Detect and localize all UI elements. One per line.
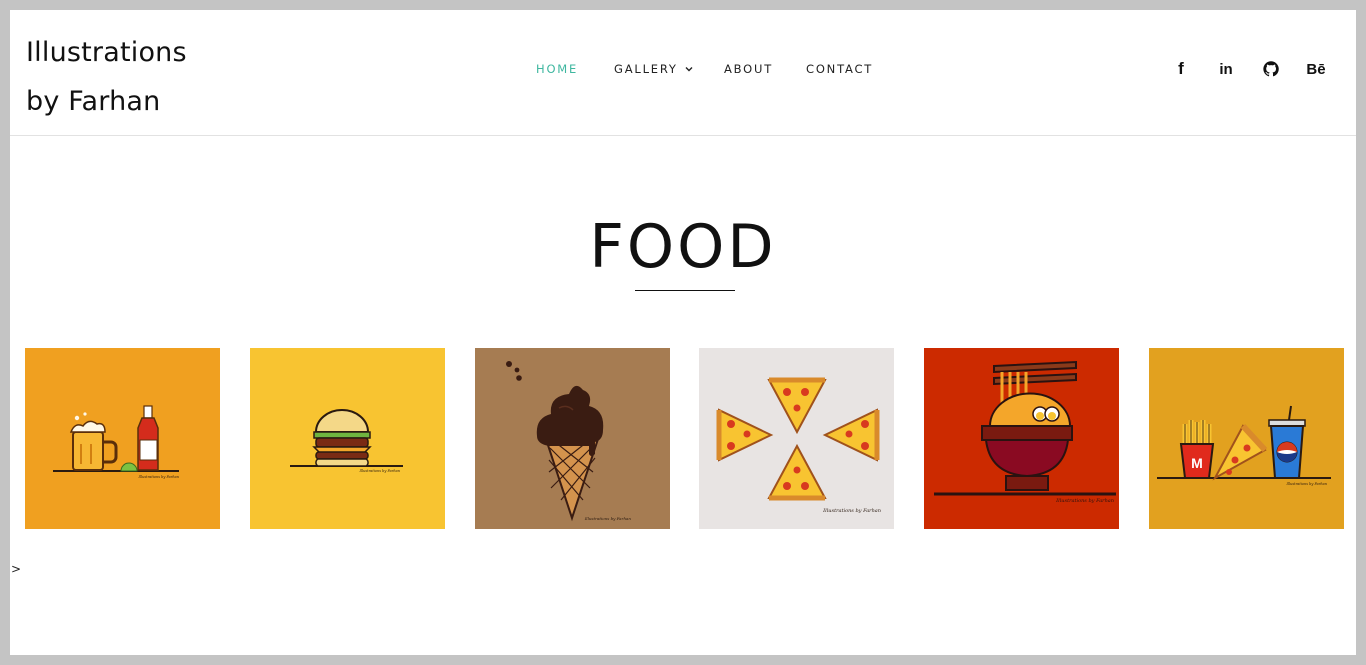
facebook-icon[interactable]: f (1170, 58, 1192, 80)
logo-line-1: Illustrations (26, 37, 187, 68)
gallery-item-combo[interactable]: M Illustrations by Farhan (1149, 348, 1344, 529)
watermark-3: Illustrations by Farhan (584, 516, 632, 521)
github-icon[interactable] (1260, 58, 1282, 80)
svg-text:M: M (1191, 455, 1203, 471)
burger-illustration: Illustrations by Farhan (250, 348, 445, 529)
gallery-item-ramen[interactable]: Illustrations by Farhan (924, 348, 1119, 529)
linkedin-icon[interactable]: in (1215, 58, 1237, 80)
gallery-item-burger[interactable]: Illustrations by Farhan (250, 348, 445, 529)
page-title: FOOD (589, 212, 777, 282)
gallery-item-ice-cream[interactable]: Illustrations by Farhan (475, 348, 670, 529)
watermark-2: Illustrations by Farhan (358, 469, 400, 473)
nav-gallery-label: GALLERY (614, 62, 678, 76)
watermark-6: Illustrations by Farhan (1285, 482, 1327, 486)
watermark-4: Illustrations by Farhan (822, 508, 881, 514)
watermark-5: Illustrations by Farhan (1055, 498, 1114, 504)
nav-about[interactable]: ABOUT (724, 62, 806, 76)
github-glyph (1263, 61, 1279, 77)
nav-home[interactable]: HOME (536, 62, 614, 76)
pizza-slices-illustration: Illustrations by Farhan (699, 348, 894, 529)
gallery-item-beer[interactable]: Illustrations by Farhan (25, 348, 220, 529)
food-gallery: Illustrations by Farhan Illustrations by… (25, 348, 1345, 529)
behance-icon[interactable]: Bē (1305, 58, 1327, 80)
site-header: Illustrations by Farhan HOME GALLERY ABO… (10, 10, 1356, 136)
main-nav: HOME GALLERY ABOUT CONTACT (536, 62, 873, 76)
beer-and-sauce-illustration: Illustrations by Farhan (25, 348, 220, 529)
watermark-1: Illustrations by Farhan (137, 475, 179, 479)
site-logo[interactable]: Illustrations by Farhan (26, 28, 187, 126)
ramen-bowl-illustration: Illustrations by Farhan (924, 348, 1119, 529)
title-underline (635, 290, 735, 291)
chevron-down-icon (685, 67, 693, 72)
stray-text: > (11, 562, 22, 576)
ice-cream-cone-illustration: Illustrations by Farhan (475, 348, 670, 529)
logo-line-2: by Farhan (26, 86, 161, 117)
social-links: f in Bē (1170, 58, 1327, 80)
gallery-item-pizza[interactable]: Illustrations by Farhan (699, 348, 894, 529)
nav-gallery[interactable]: GALLERY (614, 62, 724, 76)
nav-contact[interactable]: CONTACT (806, 62, 873, 76)
browser-viewport: Illustrations by Farhan HOME GALLERY ABO… (10, 10, 1356, 655)
fries-pizza-soda-illustration: M Illustrations by Farhan (1149, 348, 1344, 529)
